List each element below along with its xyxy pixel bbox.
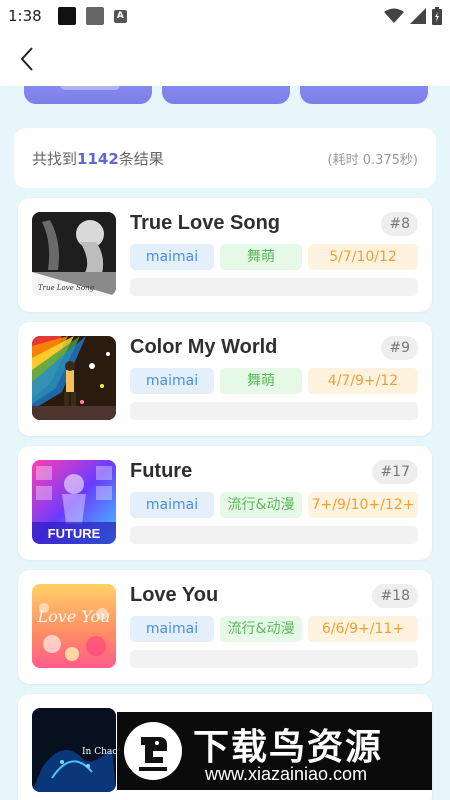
rank-badge: #18 bbox=[372, 584, 418, 608]
progress-bar bbox=[130, 278, 418, 296]
version-tag: maimai bbox=[130, 368, 214, 394]
version-tag: maimai bbox=[130, 244, 214, 270]
result-prefix: 共找到 bbox=[32, 149, 78, 168]
progress-bar bbox=[130, 526, 418, 544]
level-tag: 6/6/9+/11+ bbox=[308, 616, 418, 642]
level-tag: 7+/9/10+/12+ bbox=[308, 492, 418, 518]
back-button[interactable] bbox=[12, 44, 42, 74]
song-card[interactable]: Love You Love You #18 maimai 流行&动漫 6/6/9… bbox=[18, 570, 432, 684]
elapsed-time: (耗时 0.375秒) bbox=[327, 152, 419, 168]
notification-square-icon bbox=[85, 7, 104, 25]
watermark-title: 下载鸟资源 bbox=[193, 727, 384, 768]
song-title: Love You bbox=[130, 584, 219, 606]
result-count: 1142 bbox=[77, 149, 119, 168]
rank-badge: #17 bbox=[372, 460, 418, 484]
song-cover: FUTURE bbox=[32, 460, 116, 544]
song-cover: In Chaos bbox=[32, 708, 116, 792]
song-cover: True Love Song bbox=[32, 212, 116, 296]
cover-caption: FUTURE bbox=[48, 526, 101, 541]
song-title: Color My World bbox=[130, 336, 278, 358]
battery-icon bbox=[432, 7, 442, 25]
song-card[interactable]: True Love Song True Love Song #8 maimai … bbox=[18, 198, 432, 312]
watermark-url: www.xiazainiao.com bbox=[205, 764, 368, 784]
watermark-banner: 下载鸟资源 www.xiazainiao.com bbox=[117, 712, 432, 790]
genre-tag: 舞萌 bbox=[220, 244, 302, 270]
version-tag: maimai bbox=[130, 492, 214, 518]
version-tag: maimai bbox=[130, 616, 214, 642]
genre-tag: 流行&动漫 bbox=[220, 616, 302, 642]
song-card[interactable]: FUTURE Future #17 maimai 流行&动漫 7+/9/10+/… bbox=[18, 446, 432, 560]
result-count-text: 共找到1142条结果 bbox=[32, 148, 164, 169]
song-cover bbox=[32, 336, 116, 420]
a-icon: A bbox=[113, 9, 127, 23]
result-suffix: 条结果 bbox=[118, 149, 164, 168]
genre-tag: 舞萌 bbox=[220, 368, 302, 394]
status-bar: 1:38 A bbox=[0, 0, 450, 32]
song-cover: Love You bbox=[32, 584, 116, 668]
genre-tag: 流行&动漫 bbox=[220, 492, 302, 518]
rank-badge: #9 bbox=[381, 336, 418, 360]
top-bar bbox=[0, 32, 450, 86]
bird-logo-icon bbox=[124, 722, 182, 780]
status-icons bbox=[384, 7, 442, 25]
chevron-left-icon bbox=[20, 47, 33, 71]
signal-icon bbox=[410, 8, 426, 24]
level-tag: 5/7/10/12 bbox=[308, 244, 418, 270]
song-title: Future bbox=[130, 460, 193, 482]
cover-caption: True Love Song bbox=[38, 284, 95, 292]
cover-caption: In Chaos bbox=[82, 747, 116, 757]
progress-bar bbox=[130, 402, 418, 420]
cover-caption: Love You bbox=[37, 607, 111, 626]
result-summary: 共找到1142条结果 (耗时 0.375秒) bbox=[14, 128, 436, 188]
wifi-icon bbox=[384, 8, 404, 23]
notification-square-icon bbox=[57, 7, 76, 25]
song-card[interactable]: Color My World #9 maimai 舞萌 4/7/9+/12 bbox=[18, 322, 432, 436]
progress-bar bbox=[130, 650, 418, 668]
status-time: 1:38 bbox=[8, 7, 42, 25]
level-tag: 4/7/9+/12 bbox=[308, 368, 418, 394]
rank-badge: #8 bbox=[381, 212, 418, 236]
song-title: True Love Song bbox=[130, 212, 281, 234]
